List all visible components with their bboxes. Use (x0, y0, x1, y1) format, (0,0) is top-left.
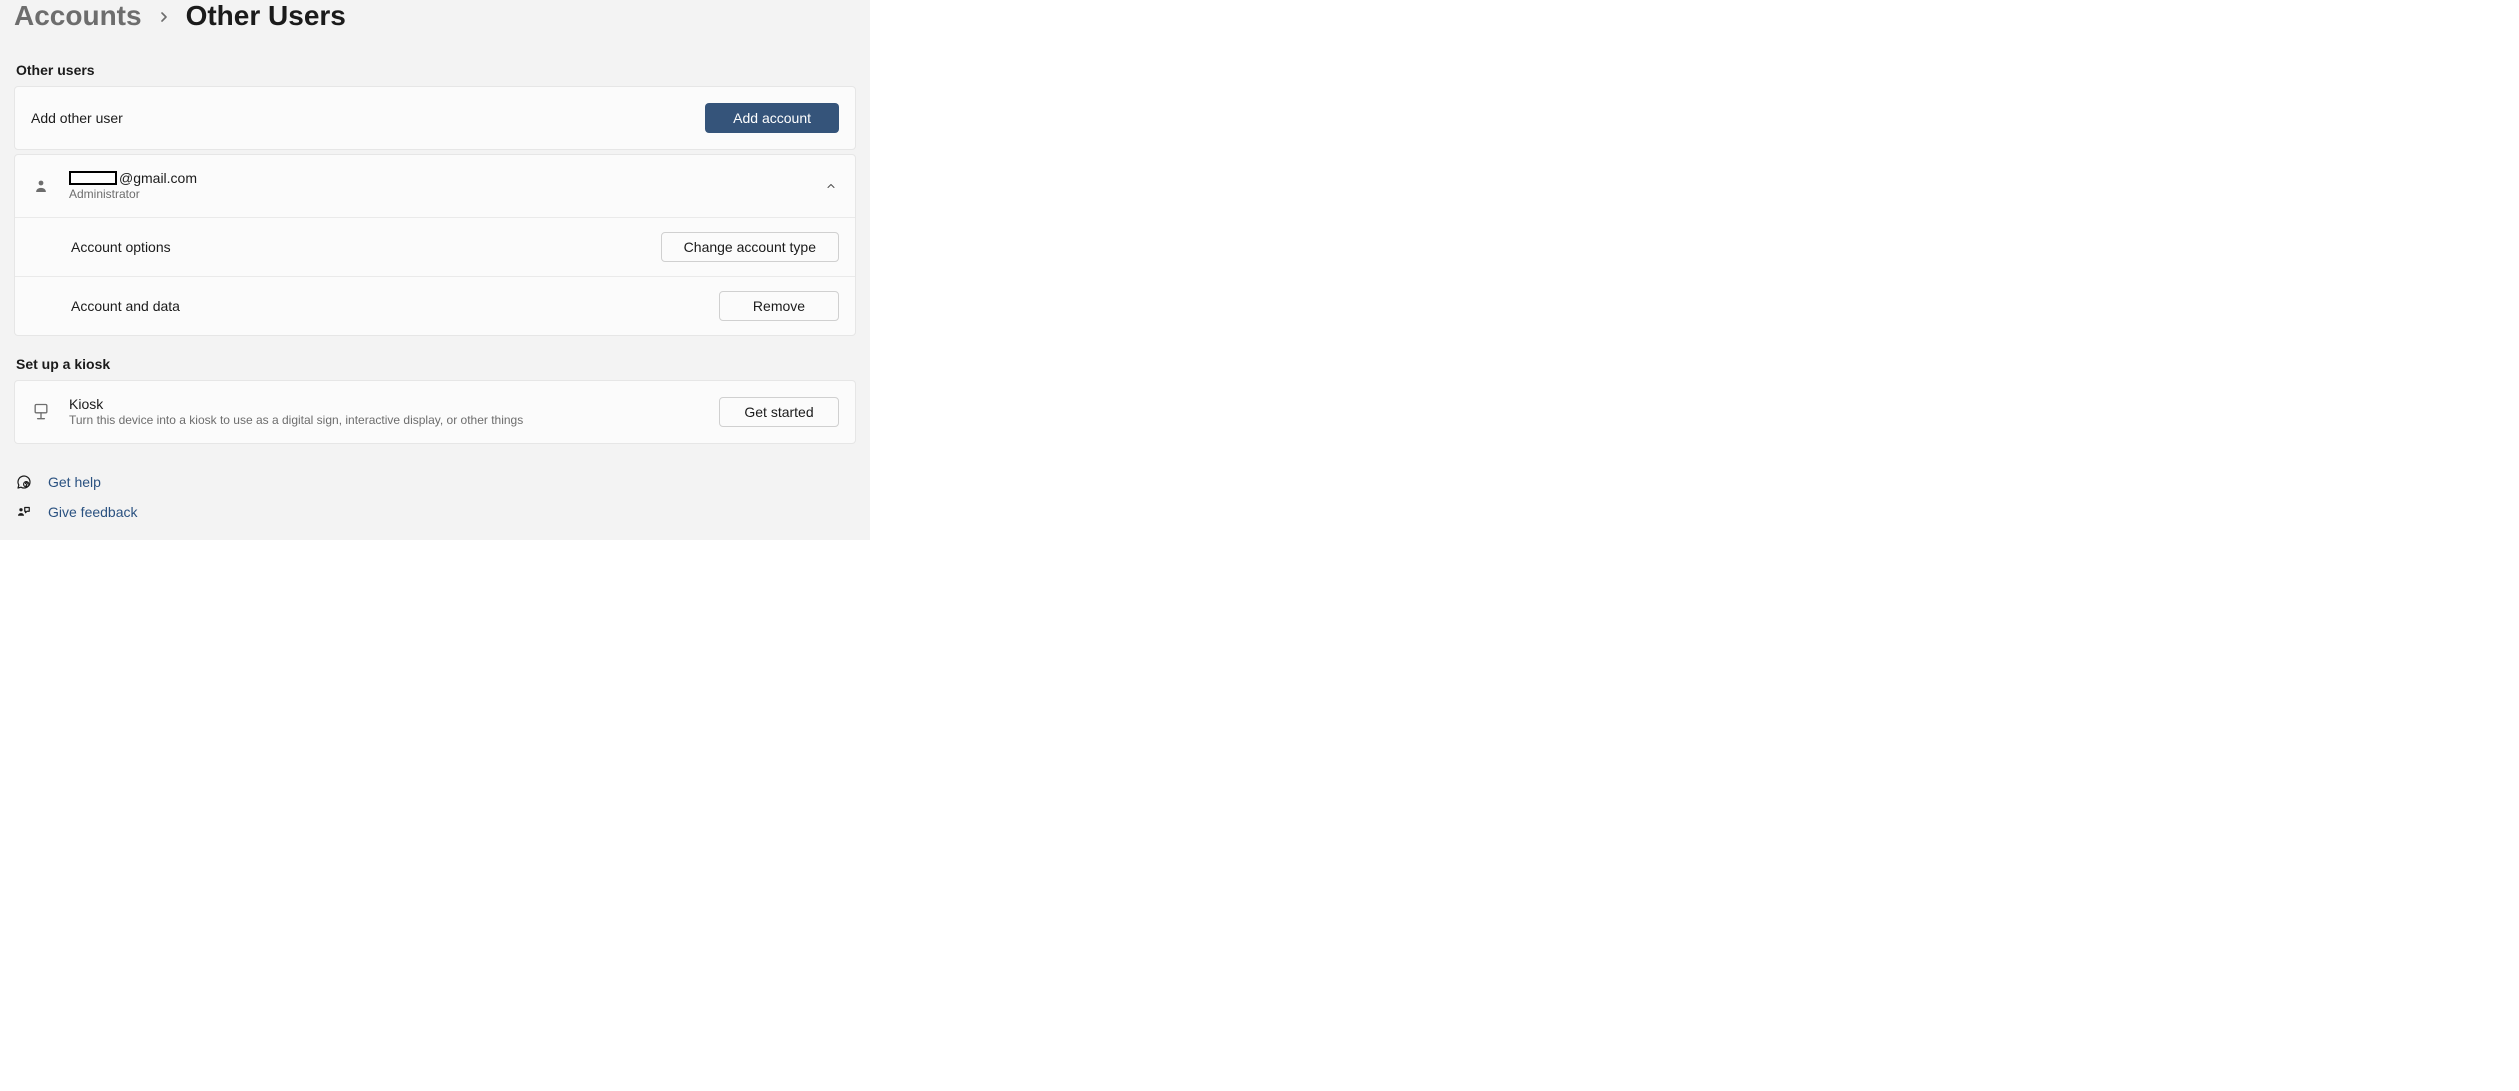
add-other-user-card: Add other user Add account (14, 86, 856, 150)
chevron-up-icon (823, 178, 839, 194)
give-feedback-link[interactable]: Give feedback (14, 502, 856, 522)
get-help-label: Get help (48, 474, 101, 490)
account-options-label: Account options (71, 239, 171, 255)
user-email: @gmail.com (69, 169, 197, 187)
add-account-button[interactable]: Add account (705, 103, 839, 133)
give-feedback-label: Give feedback (48, 504, 138, 520)
account-and-data-label: Account and data (71, 298, 180, 314)
breadcrumb: Accounts Other Users (14, 0, 856, 42)
redacted-username (69, 171, 117, 185)
account-and-data-row: Account and data Remove (15, 276, 855, 335)
help-icon (14, 472, 34, 492)
page-title: Other Users (186, 0, 346, 32)
kiosk-description: Turn this device into a kiosk to use as … (69, 413, 523, 429)
breadcrumb-parent[interactable]: Accounts (14, 0, 142, 32)
remove-account-button[interactable]: Remove (719, 291, 839, 321)
kiosk-get-started-button[interactable]: Get started (719, 397, 839, 427)
user-account-header[interactable]: @gmail.com Administrator (15, 155, 855, 217)
user-account-card: @gmail.com Administrator Account options… (14, 154, 856, 336)
chevron-right-icon (156, 5, 172, 31)
settings-other-users-panel: Accounts Other Users Other users Add oth… (0, 0, 870, 540)
person-icon (31, 176, 51, 196)
feedback-icon (14, 502, 34, 522)
get-help-link[interactable]: Get help (14, 472, 856, 492)
add-other-user-label: Add other user (31, 109, 123, 127)
kiosk-icon (31, 402, 51, 422)
account-options-row: Account options Change account type (15, 217, 855, 276)
kiosk-title-label: Kiosk (69, 395, 523, 413)
section-title-kiosk: Set up a kiosk (16, 356, 856, 372)
support-links: Get help Give feedback (14, 472, 856, 522)
kiosk-card: Kiosk Turn this device into a kiosk to u… (14, 380, 856, 444)
change-account-type-button[interactable]: Change account type (661, 232, 839, 262)
section-title-other-users: Other users (16, 62, 856, 78)
user-role: Administrator (69, 187, 197, 203)
